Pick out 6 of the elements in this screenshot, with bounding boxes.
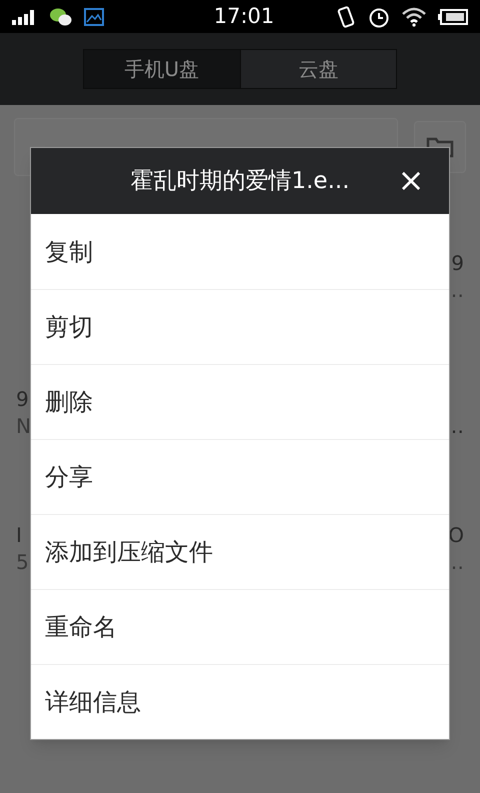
file-text: O	[448, 522, 464, 549]
dialog-title: 霍乱时期的爱情1.e...	[130, 166, 350, 196]
file-text: I	[16, 522, 22, 549]
clock-time: 17:01	[212, 2, 276, 30]
file-text: 9	[451, 250, 464, 277]
file-text: 9	[16, 386, 29, 413]
